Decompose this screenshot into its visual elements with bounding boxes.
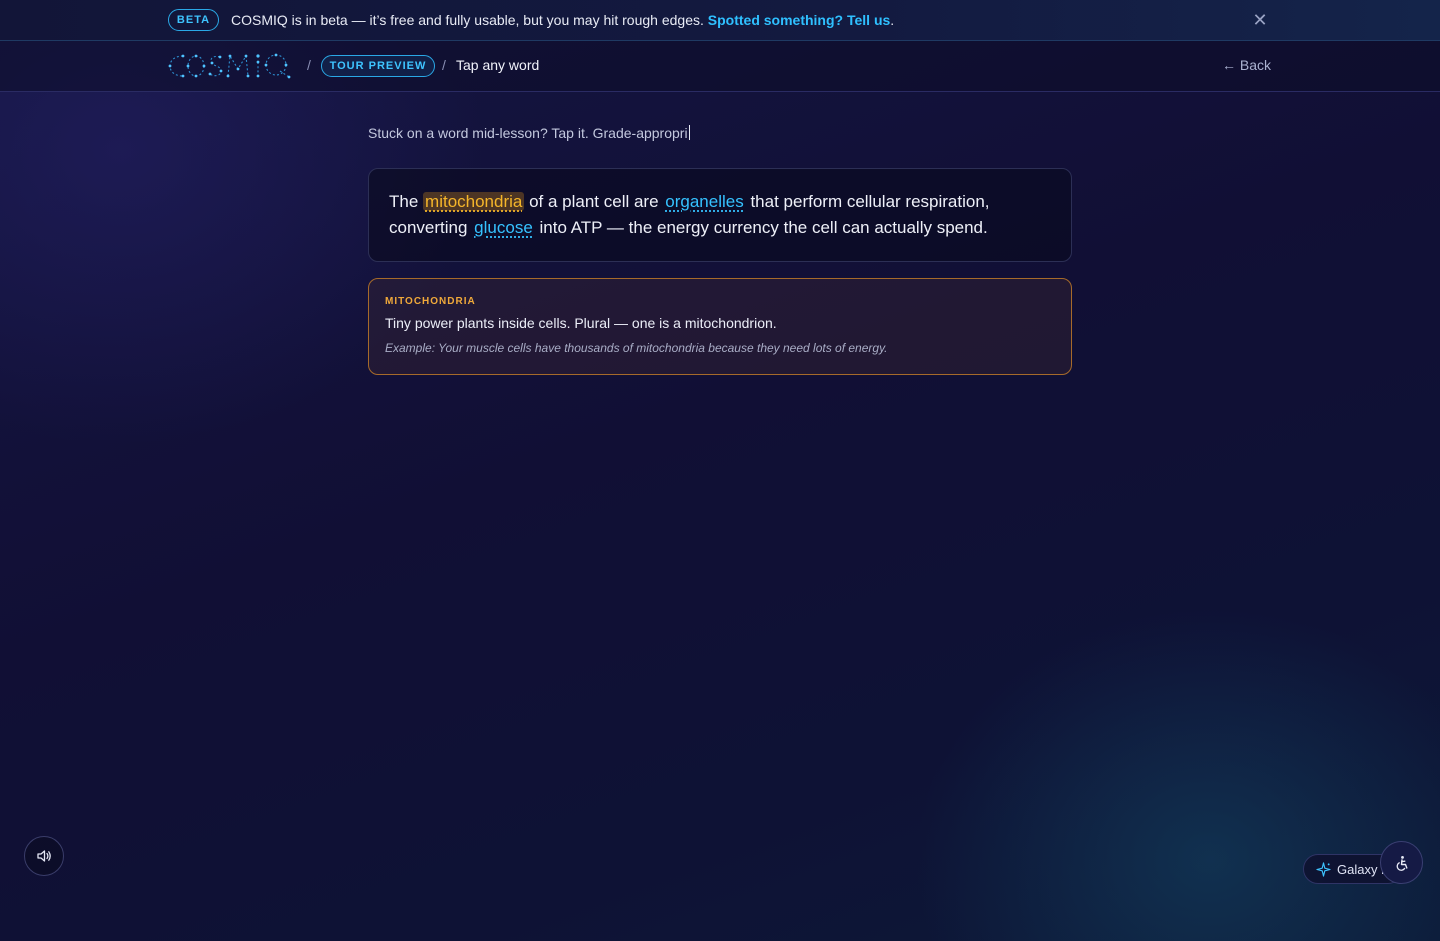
cosmiq-logo[interactable] <box>168 50 294 82</box>
breadcrumb-separator: / <box>442 57 446 73</box>
sentence-text: of a plant cell are <box>524 192 664 211</box>
text-caret <box>688 125 690 140</box>
breadcrumb-separator: / <box>307 57 311 73</box>
definition-card: MITOCHONDRIA Tiny power plants inside ce… <box>368 278 1072 375</box>
sparkle-icon <box>1316 861 1331 877</box>
typing-text: Stuck on a word mid-lesson? Tap it. Grad… <box>368 125 688 141</box>
word-organelles[interactable]: organelles <box>663 192 745 211</box>
beta-message: COSMIQ is in beta — it’s free and fully … <box>231 12 894 28</box>
speaker-icon <box>37 850 51 862</box>
sentence-text: The <box>389 192 424 211</box>
definition-text: Tiny power plants inside cells. Plural —… <box>385 315 777 331</box>
beta-message-suffix: . <box>890 12 895 28</box>
beta-banner: BETA COSMIQ is in beta — it’s free and f… <box>0 0 1440 41</box>
word-mitochondria[interactable]: mitochondria <box>423 192 525 211</box>
word-glucose[interactable]: glucose <box>472 218 535 237</box>
tour-preview-pill[interactable]: TOUR PREVIEW <box>321 55 435 77</box>
definition-term: MITOCHONDRIA <box>385 296 476 307</box>
header: / TOUR PREVIEW / Tap any word ← Back <box>0 41 1440 92</box>
back-link[interactable]: ← Back <box>1222 57 1271 73</box>
sentence-text: into ATP — the energy currency the cell … <box>534 218 988 237</box>
sentence-card: The mitochondria of a plant cell are org… <box>368 168 1072 262</box>
beta-badge: BETA <box>168 9 219 31</box>
accessibility-icon <box>1396 855 1407 871</box>
breadcrumb-current: Tap any word <box>456 57 540 73</box>
typing-intro: Stuck on a word mid-lesson? Tap it. Grad… <box>368 125 690 141</box>
beta-message-text: COSMIQ is in beta — it’s free and fully … <box>231 12 708 28</box>
logo-constellation <box>168 53 291 79</box>
close-icon[interactable]: ✕ <box>1250 10 1270 30</box>
sound-toggle-button[interactable] <box>24 836 64 876</box>
definition-example: Example: Your muscle cells have thousand… <box>385 341 888 355</box>
accessibility-button[interactable] <box>1380 841 1423 884</box>
feedback-link[interactable]: Spotted something? Tell us <box>708 12 891 28</box>
